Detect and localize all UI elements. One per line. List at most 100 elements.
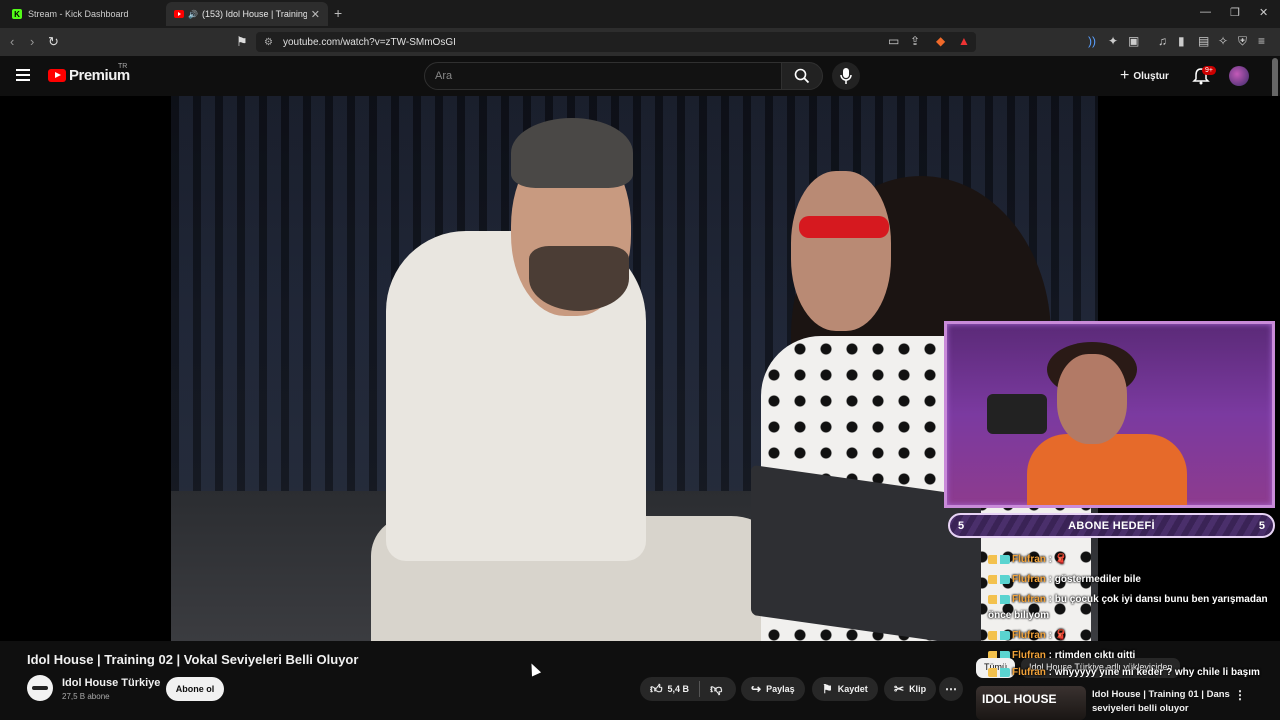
recommended-video[interactable]: IDOL HOUSE Idol House | Training 01 | Da… <box>976 686 1276 720</box>
chat-username: Flufran <box>1012 667 1046 678</box>
search-icon <box>794 68 810 84</box>
channel-avatar[interactable] <box>27 675 53 701</box>
save-bookmark-icon: ⚑ <box>822 682 833 696</box>
goal-right-count: 5 <box>1258 519 1265 532</box>
tab-label: Stream - Kick Dashboard <box>28 9 129 19</box>
stream-chat-overlay-tail: Flufran : whyyyyy yine mi keder ? why ch… <box>988 665 1268 685</box>
woman-face <box>791 171 891 331</box>
like-dislike-group: 👍︎ 5,4 B 👎︎ <box>640 677 736 701</box>
man-beard <box>529 246 629 311</box>
recommended-menu-icon[interactable]: ⋮ <box>1234 688 1246 702</box>
notification-badge: 9+ <box>1202 66 1216 75</box>
share-page-icon[interactable]: ⇪ <box>910 34 920 48</box>
youtube-premium-logo[interactable]: Premium TR <box>48 63 130 84</box>
recommended-thumbnail[interactable]: IDOL HOUSE <box>976 686 1086 720</box>
youtube-play-icon <box>48 69 66 82</box>
create-button[interactable]: + Oluştur <box>1120 67 1169 85</box>
site-info-icon[interactable]: ⚙ <box>264 37 273 48</box>
search-input[interactable]: Ara <box>424 62 782 90</box>
forward-icon[interactable]: › <box>30 34 34 49</box>
channel-name[interactable]: Idol House Türkiye <box>62 677 160 689</box>
new-tab-icon[interactable]: + <box>334 5 342 21</box>
streamer-face <box>1057 354 1127 444</box>
woman-red-mask <box>799 216 889 238</box>
browser-tab-bar: K Stream - Kick Dashboard 🔊 (153) Idol H… <box>0 0 1280 28</box>
chat-badges-icon <box>988 594 1010 604</box>
voice-search-button[interactable] <box>832 62 860 90</box>
recommended-title[interactable]: Idol House | Training 01 | Dans seviyele… <box>1092 688 1232 716</box>
screenshot-icon[interactable]: ▣ <box>1128 34 1139 48</box>
chat-message: Flufran : bu çocuk çok iyi dansı bunu be… <box>988 592 1268 624</box>
microphone-icon <box>840 68 852 84</box>
extensions-icon[interactable]: ✦ <box>1108 34 1118 48</box>
leo-icon[interactable]: ✧ <box>1218 34 1228 48</box>
wallet-icon[interactable]: ▤ <box>1198 34 1209 48</box>
chat-text: : 🧣 <box>1045 554 1068 565</box>
back-icon[interactable]: ‹ <box>10 34 14 49</box>
chat-message: Flufran : whyyyyy yine mi keder ? why ch… <box>988 665 1268 681</box>
more-actions-button[interactable]: ⋯ <box>939 677 963 701</box>
tab-youtube-video[interactable]: 🔊 (153) Idol House | Training 02 ✕ <box>166 2 328 26</box>
rewards-icon[interactable]: ▲ <box>958 34 970 48</box>
chat-username: Flufran <box>1012 574 1046 585</box>
speaker-icon[interactable]: 🔊 <box>188 10 198 19</box>
bookmark-icon[interactable]: ⚑ <box>236 34 248 50</box>
minimize-icon[interactable]: — <box>1200 6 1211 18</box>
chat-badges-icon <box>988 630 1010 640</box>
mouse-cursor-icon <box>526 661 542 677</box>
restore-icon[interactable]: ❐ <box>1230 6 1240 19</box>
clip-button[interactable]: ✂ Klip <box>884 677 937 701</box>
close-tab-icon[interactable]: ✕ <box>311 8 320 21</box>
like-count: 5,4 B <box>667 684 690 694</box>
brave-shield-icon[interactable]: ◆ <box>936 34 945 48</box>
subscriber-goal-bar: 5 ABONE HEDEFİ 5 <box>948 513 1275 538</box>
chat-badges-icon <box>988 574 1010 584</box>
goal-left-count: 5 <box>958 519 965 532</box>
youtube-header: Premium TR Ara + Oluştur 9+ <box>0 56 1280 96</box>
account-avatar[interactable] <box>1229 66 1249 86</box>
tab-kick-dashboard[interactable]: K Stream - Kick Dashboard <box>4 2 166 26</box>
chat-text: : whyyyyy yine mi keder ? why chile li b… <box>1045 667 1260 678</box>
close-window-icon[interactable]: ✕ <box>1259 6 1268 19</box>
man-hair <box>511 118 633 188</box>
subscribe-button[interactable]: Abone ol <box>166 677 224 701</box>
cast-icon[interactable]: ▭ <box>888 34 899 48</box>
search-button[interactable] <box>781 62 823 90</box>
microphone-stand <box>987 394 1047 434</box>
chat-message: Flufran : 🧣 <box>988 552 1268 568</box>
menu-icon[interactable]: ≡ <box>1258 34 1265 48</box>
sidebar-toggle-icon[interactable]: ▮ <box>1178 34 1185 48</box>
youtube-icon <box>174 10 184 18</box>
clip-label: Klip <box>909 684 927 694</box>
create-label: Oluştur <box>1133 70 1169 82</box>
tab-label: (153) Idol House | Training 02 <box>201 9 307 19</box>
hamburger-menu-icon[interactable] <box>16 69 30 81</box>
share-label: Paylaş <box>766 684 795 694</box>
webcam-overlay <box>944 321 1275 508</box>
audio-icon[interactable]: )) <box>1088 34 1096 48</box>
video-title: Idol House | Training 02 | Vokal Seviyel… <box>27 652 359 667</box>
stream-chat-overlay: Flufran : 🧣 Flufran : göstermediler bile… <box>988 552 1268 668</box>
chat-message: Flufran : göstermediler bile <box>988 572 1268 588</box>
chat-message: Flufran : 🧣 <box>988 628 1268 644</box>
like-button[interactable]: 👍︎ 5,4 B <box>640 677 699 701</box>
share-button[interactable]: ↪ Paylaş <box>741 677 805 701</box>
dislike-button[interactable]: 👎︎ <box>700 677 732 701</box>
address-bar[interactable]: ⚙ youtube.com/watch?v=zTW-SMmOsGI <box>256 32 976 52</box>
share-icon: ↪ <box>751 682 762 696</box>
subscriber-count: 27,5 B abone <box>62 692 110 701</box>
thumbs-up-icon: 👍︎ <box>650 681 663 696</box>
chat-text: : 🧣 <box>1045 630 1068 641</box>
kick-icon: K <box>12 9 22 19</box>
reload-icon[interactable]: ↻ <box>48 34 59 50</box>
chat-username: Flufran <box>1012 594 1046 605</box>
scissors-icon: ✂ <box>894 682 905 696</box>
streamer-body <box>1027 434 1187 505</box>
save-label: Kaydet <box>837 684 868 694</box>
chat-username: Flufran <box>1012 630 1046 641</box>
music-icon[interactable]: ♫ <box>1158 34 1167 48</box>
vpn-icon[interactable]: ⛨ <box>1238 34 1247 49</box>
country-code: TR <box>118 63 128 70</box>
chat-username: Flufran <box>1012 554 1046 565</box>
save-button[interactable]: ⚑ Kaydet <box>812 677 878 701</box>
